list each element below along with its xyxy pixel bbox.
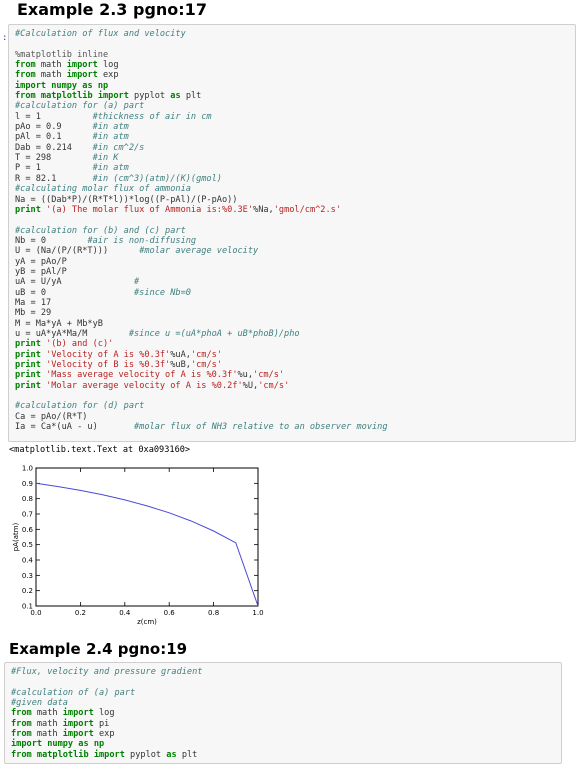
code-line: M = Ma*yA + Mb*yB (15, 318, 103, 329)
code-line: from math import log (15, 60, 119, 71)
code-line: %matplotlib inline (15, 49, 109, 60)
code-line: P = 1 #in atm (15, 163, 129, 174)
y-tick-label: 0.2 (22, 587, 33, 595)
x-axis-label: z(cm) (137, 618, 157, 626)
code-line: Ia = Ca*(uA - u) #molar flux of NH3 rela… (15, 422, 388, 433)
code-line: uA = U/yA # (15, 277, 140, 288)
code-line: u = uA*yA*Ma/M #since u =(uA*phoA + uB*p… (15, 328, 300, 339)
x-tick-label: 0.6 (164, 609, 176, 617)
code-line: Nb = 0 #air is non-diffusing (15, 235, 197, 246)
x-tick-label: 1.0 (252, 609, 263, 617)
code-line: #given data (11, 698, 68, 709)
code-line: #calculation for (a) part (15, 101, 145, 112)
code-line: print 'Velocity of B is %0.3f'%uB,'cm/s' (15, 360, 222, 370)
line-chart: 0.0 0.2 0.4 0.6 0.8 1.00.10.20.30.40.50.60.70… (12, 465, 264, 627)
y-tick-label: 0.6 (22, 526, 34, 534)
y-tick-label: 0.9 (22, 480, 33, 488)
heading-example-2-4: Example 2.4 pgno:19 (9, 640, 188, 658)
code-line: pAo = 0.9 #in atm (15, 122, 129, 133)
code-line: Ma = 17 (15, 297, 52, 308)
y-tick-label: 0.7 (22, 511, 33, 519)
code-line: Na = ((Dab*P)/(R*T*l))*log((P-pAl)/(P-pA… (15, 194, 238, 205)
y-tick-label: 0.4 (22, 557, 34, 565)
code-line: #Calculation of flux and velocity (15, 29, 186, 39)
x-tick-label: 0.8 (208, 609, 219, 617)
code-text: #Flux, velocity and pressure gradient #ca… (11, 667, 202, 760)
code-line: from math import exp (15, 70, 119, 81)
code-line: print '(a) The molar flux of Ammonia is:… (15, 204, 341, 215)
code-line: print 'Molar average velocity of A is %0… (15, 380, 290, 391)
code-line: #Flux, velocity and pressure gradient (11, 667, 203, 677)
code-line: print '(b) and (c)' (15, 339, 114, 350)
code-line: Dab = 0.214 #in cm^2/s (15, 142, 145, 153)
code-line: print 'Mass average velocity of A is %0.… (15, 370, 285, 381)
code-line: #calculation for (b) and (c) part (15, 225, 186, 236)
code-line: from matplotlib import pyplot as plt (11, 749, 198, 760)
cell-prompt: : (2, 33, 8, 43)
y-tick-label: 0.5 (22, 541, 33, 549)
code-cell-example-2-4[interactable]: #Flux, velocity and pressure gradient #ca… (4, 662, 562, 764)
code-line: uB = 0 #since Nb=0 (15, 287, 191, 298)
code-line: R = 82.1 #in (cm^3)(atm)/(K)(gmol) (15, 173, 222, 184)
heading-example-2-3: Example 2.3 pgno:17 (17, 0, 207, 19)
code-line: Mb = 29 (15, 308, 52, 319)
y-tick-label: 0.3 (22, 572, 33, 580)
y-tick-label: 1.0 (22, 465, 33, 473)
code-line: #calculating molar flux of ammonia (15, 184, 191, 195)
code-line: import numpy as np (15, 80, 109, 91)
code-cell-example-2-3[interactable]: #Calculation of flux and velocity %matplo… (8, 24, 576, 442)
x-tick-label: 0.2 (75, 609, 86, 617)
code-line: #calculation of (a) part (11, 687, 136, 698)
y-axis-label: pA(atm) (12, 522, 20, 551)
code-line: U = (Na/(P/(R*T))) #molar average veloci… (15, 246, 259, 257)
code-line: #calculation for (d) part (15, 401, 145, 412)
code-line: from math import exp (11, 729, 115, 740)
output-text: <matplotlib.text.Text at 0xa093160> (9, 445, 191, 455)
code-line: l = 1 #thickness of air in cm (15, 111, 212, 122)
code-line: print 'Velocity of A is %0.3f'%uA,'cm/s' (15, 349, 222, 360)
code-line: from math import pi (11, 718, 110, 729)
code-line: from matplotlib import pyplot as plt (15, 91, 202, 102)
code-line: yA = pAo/P (15, 256, 67, 267)
code-line: pAl = 0.1 #in atm (15, 132, 129, 143)
code-line: Ca = pAo/(R*T) (15, 411, 88, 422)
code-line: yB = pAl/P (15, 266, 67, 277)
y-tick-label: 0.1 (22, 603, 33, 611)
code-line: T = 298 #in K (15, 153, 119, 164)
code-line: import numpy as np (11, 739, 105, 750)
code-line: from math import log (11, 708, 115, 719)
code-text: #Calculation of flux and velocity %matplo… (15, 29, 388, 432)
x-tick-label: 0.4 (119, 609, 131, 617)
y-tick-label: 0.8 (22, 495, 33, 503)
